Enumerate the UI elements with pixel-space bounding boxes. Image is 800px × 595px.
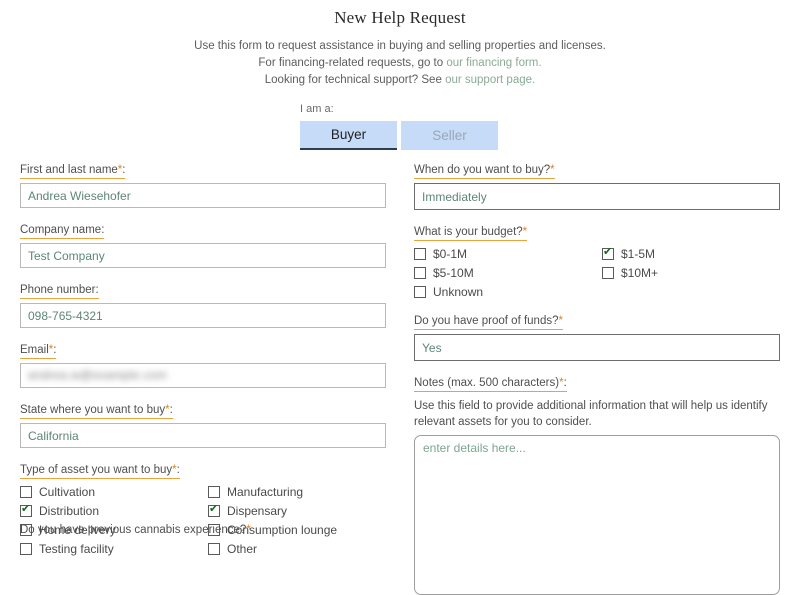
checkbox-cultivation[interactable]: Cultivation	[20, 485, 208, 499]
checkbox-testing-facility[interactable]: Testing facility	[20, 542, 208, 556]
email-input[interactable]: andrea.w@example.com	[20, 363, 386, 388]
checkbox-box-icon	[414, 267, 426, 279]
checkbox-checked-icon	[20, 503, 32, 517]
tab-buyer[interactable]: Buyer	[300, 121, 397, 150]
field-budget: What is your budget?* $0-1M $1-5M $5-10M…	[414, 222, 780, 299]
support-page-link[interactable]: our support page.	[445, 74, 535, 86]
role-tabs: Buyer Seller	[300, 121, 800, 150]
checkbox-box-icon	[20, 486, 32, 498]
notes-textarea[interactable]	[414, 435, 780, 595]
company-label: Company name:	[20, 224, 105, 239]
field-name: First and last name*:	[20, 160, 386, 208]
notes-help-text: Use this field to provide additional inf…	[414, 400, 768, 428]
notes-label: Notes (max. 500 characters)*:	[414, 377, 567, 392]
financing-form-link[interactable]: our financing form.	[446, 57, 541, 69]
page-title: New Help Request	[334, 8, 466, 27]
checkbox-box-icon	[602, 267, 614, 279]
email-value-redacted: andrea.w@example.com	[28, 368, 167, 382]
checkbox-distribution[interactable]: Distribution	[20, 503, 208, 518]
budget-label: What is your budget?*	[414, 226, 528, 241]
checkbox-budget-0-1m[interactable]: $0-1M	[414, 247, 602, 261]
checkbox-box-icon	[208, 543, 220, 555]
intro-line-2: For financing-related requests, go to ou…	[0, 55, 800, 72]
name-input[interactable]	[20, 183, 386, 208]
checkbox-budget-5-10m[interactable]: $5-10M	[414, 266, 602, 280]
field-phone: Phone number:	[20, 280, 386, 328]
checkbox-box-icon	[414, 248, 426, 260]
proof-of-funds-label: Do you have proof of funds?*	[414, 315, 563, 330]
phone-label: Phone number:	[20, 284, 99, 299]
timeline-label: When do you want to buy?*	[414, 164, 555, 179]
phone-input[interactable]	[20, 303, 386, 328]
field-notes: Notes (max. 500 characters)*: Use this f…	[414, 373, 780, 595]
field-timeline: When do you want to buy?*	[414, 160, 780, 210]
checkbox-box-icon	[414, 286, 426, 298]
name-label: First and last name*:	[20, 164, 126, 179]
company-input[interactable]	[20, 243, 386, 268]
checkbox-manufacturing[interactable]: Manufacturing	[208, 485, 386, 499]
checkbox-other[interactable]: Other	[208, 542, 386, 556]
state-input[interactable]	[20, 423, 386, 448]
checkbox-checked-icon	[208, 503, 220, 517]
role-selector-label: I am a:	[300, 103, 334, 115]
form-column-left: First and last name*: Company name: Phon…	[20, 160, 386, 556]
intro-line-3: Looking for technical support? See our s…	[0, 72, 800, 89]
timeline-input[interactable]	[414, 183, 780, 210]
email-label: Email*:	[20, 344, 57, 359]
budget-options: $0-1M $1-5M $5-10M $10M+ Unknown	[414, 246, 780, 299]
field-asset-type: Type of asset you want to buy*: Cultivat…	[20, 460, 386, 556]
intro-line-1: Use this form to request assistance in b…	[194, 40, 606, 52]
state-label: State where you want to buy*:	[20, 404, 173, 419]
intro-text: Use this form to request assistance in b…	[0, 38, 800, 89]
form-column-right: When do you want to buy?* What is your b…	[414, 160, 780, 595]
checkbox-budget-unknown[interactable]: Unknown	[414, 285, 602, 299]
cannabis-experience-label: Do you have previous cannabis experience…	[20, 524, 251, 536]
field-state: State where you want to buy*:	[20, 400, 386, 448]
checkbox-budget-10m-plus[interactable]: $10M+	[602, 266, 780, 280]
role-selector: I am a: Buyer Seller	[0, 103, 800, 150]
asset-type-options: Cultivation Manufacturing Distribution D…	[20, 485, 386, 556]
proof-of-funds-input[interactable]	[414, 334, 780, 361]
checkbox-budget-1-5m[interactable]: $1-5M	[602, 246, 780, 261]
field-company: Company name:	[20, 220, 386, 268]
field-proof-of-funds: Do you have proof of funds?*	[414, 311, 780, 361]
checkbox-checked-icon	[602, 246, 614, 260]
checkbox-box-icon	[20, 543, 32, 555]
intro-line-3-prefix: Looking for technical support? See	[264, 74, 446, 86]
intro-line-2-prefix: For financing-related requests, go to	[258, 57, 447, 69]
field-email: Email*: andrea.w@example.com	[20, 340, 386, 388]
asset-type-label: Type of asset you want to buy*:	[20, 464, 180, 479]
checkbox-dispensary[interactable]: Dispensary	[208, 503, 386, 518]
tab-seller[interactable]: Seller	[401, 121, 498, 150]
checkbox-box-icon	[208, 486, 220, 498]
